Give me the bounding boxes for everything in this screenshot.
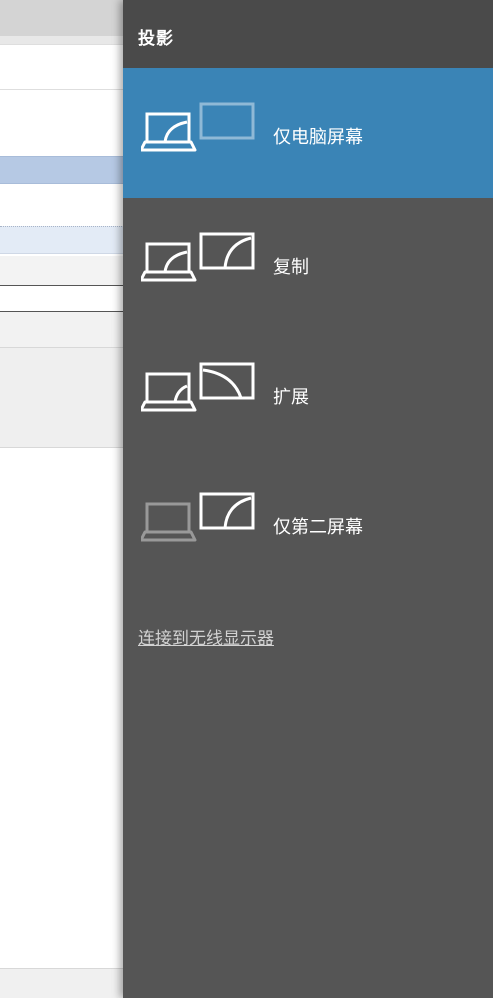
option-label: 扩展 <box>273 387 309 408</box>
background-row <box>0 44 130 90</box>
background-row <box>0 92 130 156</box>
background-titlebar <box>0 0 130 36</box>
option-extend[interactable]: 扩展 <box>123 328 493 458</box>
option-label: 仅第二屏幕 <box>273 517 363 538</box>
background-content <box>0 448 130 968</box>
flyout-title: 投影 <box>138 29 174 49</box>
duplicate-icon <box>141 232 255 282</box>
option-second-screen-only[interactable]: 仅第二屏幕 <box>123 458 493 588</box>
background-row <box>0 256 130 286</box>
background-row <box>0 312 130 348</box>
option-pc-screen-only[interactable]: 仅电脑屏幕 <box>123 68 493 198</box>
background-hover-row <box>0 226 130 254</box>
extend-icon <box>141 362 255 412</box>
background-app-window <box>0 0 130 998</box>
background-toolbar <box>0 36 130 44</box>
pc-screen-only-icon <box>141 102 255 152</box>
flyout-header: 投影 <box>123 0 493 68</box>
background-footer <box>0 968 130 998</box>
option-duplicate[interactable]: 复制 <box>123 198 493 328</box>
background-row <box>0 186 130 226</box>
project-flyout: 投影 仅电脑屏幕 复制 扩展 仅第二屏幕 连接到无线显示器 <box>123 0 493 998</box>
background-row <box>0 286 130 312</box>
option-label: 仅电脑屏幕 <box>273 127 363 148</box>
screen: 投影 仅电脑屏幕 复制 扩展 仅第二屏幕 连接到无线显示器 <box>0 0 493 998</box>
background-selected-row <box>0 156 130 184</box>
background-panel <box>0 348 130 448</box>
option-label: 复制 <box>273 257 309 278</box>
connect-wireless-display-link[interactable]: 连接到无线显示器 <box>138 624 274 649</box>
second-screen-only-icon <box>141 492 255 542</box>
